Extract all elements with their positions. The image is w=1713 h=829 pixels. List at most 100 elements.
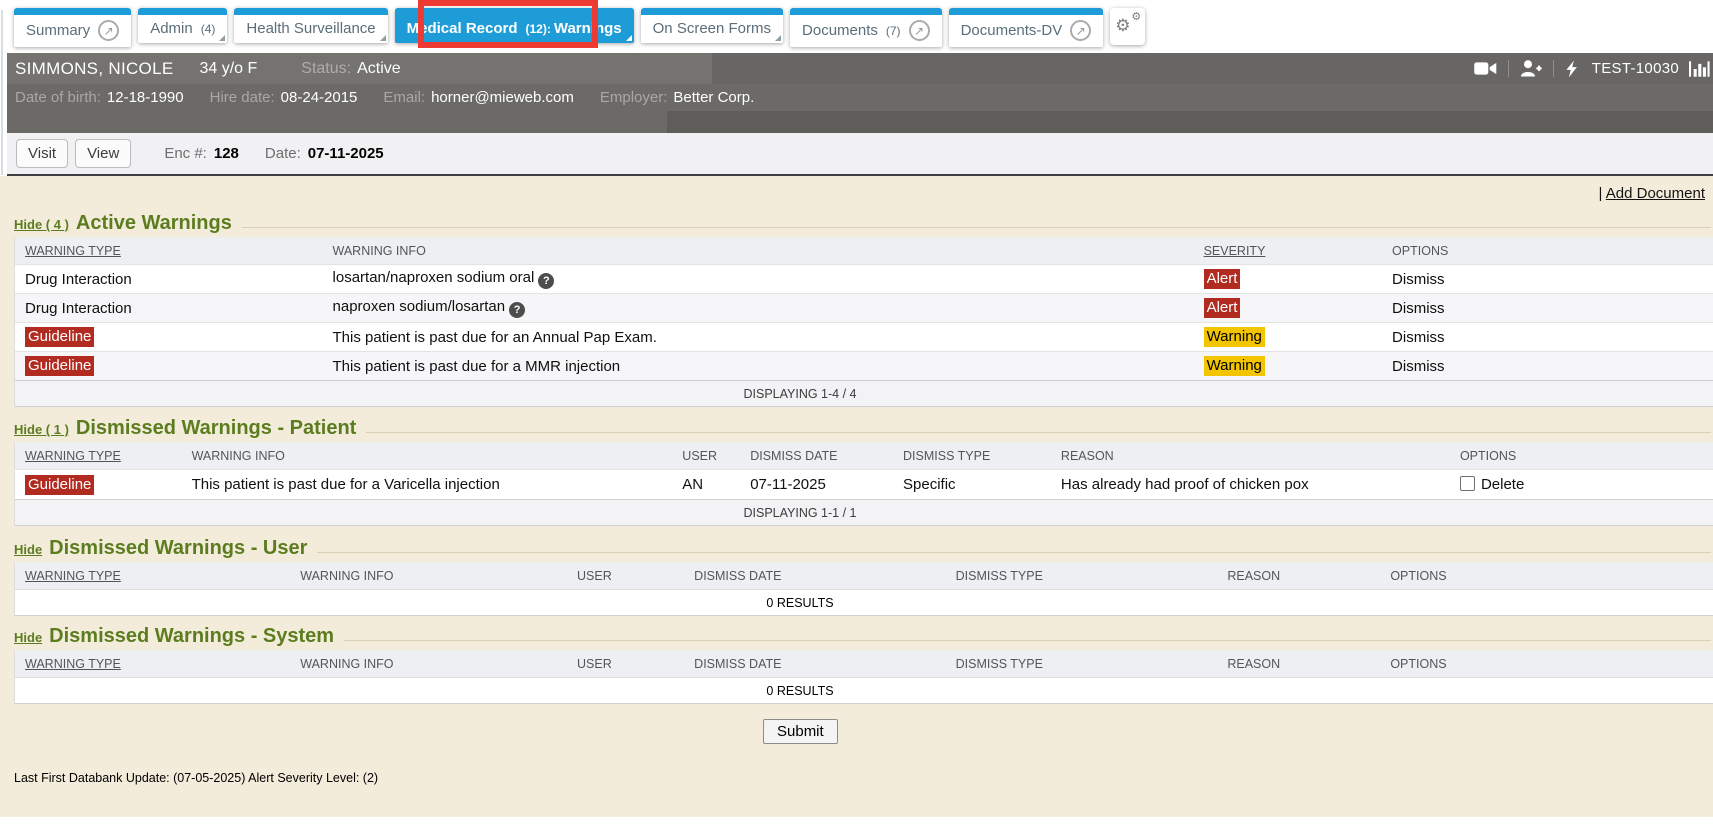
column-warning-type[interactable]: WARNING TYPE [15,244,333,258]
tab-documents-dv[interactable]: Documents-DV ↗ [949,8,1104,47]
dismissed-patient-table: WARNING TYPE WARNING INFO USER DISMISS D… [14,442,1713,526]
tab-documents[interactable]: Documents (7) ↗ [790,8,942,47]
encounter-bar: Visit View Enc #: 128 Date: 07-11-2025 [7,133,1713,176]
email-label: Email: [383,89,425,106]
banner-icon-cluster: TEST-10030 [1474,53,1713,84]
help-icon[interactable]: ? [509,302,525,318]
tab-dropdown-fold [775,35,781,41]
column-options: OPTIONS [1390,569,1713,583]
dismiss-link[interactable]: Dismiss [1392,358,1445,375]
tab-dropdown-fold [626,35,632,41]
tab-health-surveillance[interactable]: Health Surveillance [234,8,387,43]
patient-banner-bottom-strip [7,111,1713,133]
tab-on-screen-forms[interactable]: On Screen Forms [641,8,783,43]
help-icon[interactable]: ? [538,273,554,289]
tab-settings-button[interactable]: ⚙ ⚙ [1110,8,1145,45]
lightning-icon[interactable] [1565,60,1578,78]
reason-cell: Has already had proof of chicken pox [1061,476,1460,493]
warning-type-badge: Guideline [25,356,94,376]
visit-button[interactable]: Visit [16,139,68,168]
gear-icon: ⚙ [1115,17,1130,34]
popout-icon[interactable]: ↗ [98,20,119,41]
section-title-dismissed-system: Dismissed Warnings - System [49,625,334,648]
hide-active-warnings-link[interactable]: Hide ( 4 ) [14,217,69,232]
webchart-app: Summary ↗ Admin (4) Health Surveillance … [0,0,1713,829]
severity-badge: Warning [1204,356,1265,376]
column-options: OPTIONS [1390,657,1713,671]
warning-info-cell: losartan/naproxen sodium oral? [333,269,1204,289]
patient-demographics-row: Date of birth:12-18-1990 Hire date:08-24… [7,84,1713,111]
warning-type-badge: Guideline [25,475,94,495]
warning-info-cell: naproxen sodium/losartan? [333,298,1204,318]
enc-date-label: Date: [265,145,301,162]
severity-badge: Alert [1204,269,1241,289]
table-row: Drug Interaction losartan/naproxen sodiu… [15,264,1713,293]
tab-admin[interactable]: Admin (4) [138,8,227,43]
tab-medical-record-warnings[interactable]: Medical Record (12):Warnings [395,8,634,43]
table-paging-status: DISPLAYING 1-1 / 1 [15,499,1713,526]
column-options: OPTIONS [1460,449,1713,463]
column-options: OPTIONS [1392,244,1713,258]
video-camera-icon[interactable] [1474,61,1497,76]
popout-icon[interactable]: ↗ [909,20,930,41]
column-user: USER [577,657,694,671]
enc-number-label: Enc #: [164,145,207,162]
column-dismiss-type: DISMISS TYPE [956,657,1228,671]
column-user: USER [682,449,750,463]
tab-count: (4) [201,22,216,36]
hide-dismissed-patient-link[interactable]: Hide ( 1 ) [14,422,69,437]
tab-label: Health Surveillance [246,20,375,37]
tab-summary[interactable]: Summary ↗ [14,8,131,47]
status-value: Active [357,60,401,78]
column-dismiss-type: DISMISS TYPE [956,569,1228,583]
dismiss-type-cell: Specific [903,476,1061,493]
hide-dismissed-system-link[interactable]: Hide [14,630,42,645]
page-toolbar: | Add Document [0,185,1713,205]
patient-banner: SIMMONS, NICOLE 34 y/o F Status: Active … [7,53,1713,133]
patient-id: TEST-10030 [1592,60,1679,77]
dismissed-user-table: WARNING TYPE WARNING INFO USER DISMISS D… [14,562,1713,616]
hire-date-label: Hire date: [210,89,275,106]
tab-label: Documents-DV [961,22,1063,39]
enc-date-value: 07-11-2025 [308,145,384,162]
dismiss-link[interactable]: Dismiss [1392,329,1445,346]
hide-dismissed-user-link[interactable]: Hide [14,542,42,557]
tab-sublabel: Warnings [554,20,622,37]
dismiss-link[interactable]: Dismiss [1392,300,1445,317]
table-header-row: WARNING TYPE WARNING INFO SEVERITY OPTIO… [15,237,1713,264]
dismiss-link[interactable]: Dismiss [1392,271,1445,288]
severity-badge: Warning [1204,327,1265,347]
column-warning-type[interactable]: WARNING TYPE [15,569,300,583]
dob-label: Date of birth: [15,89,101,106]
column-warning-type[interactable]: WARNING TYPE [15,657,300,671]
tab-label: Documents [802,22,878,39]
column-severity[interactable]: SEVERITY [1204,244,1392,258]
patient-age-sex: 34 y/o F [199,60,257,78]
email-value: horner@mieweb.com [431,89,574,106]
tab-count: (12): [526,22,551,36]
employer-value: Better Corp. [673,89,754,106]
delete-checkbox[interactable] [1460,476,1475,491]
column-dismiss-date: DISMISS DATE [694,569,955,583]
tab-label: On Screen Forms [653,20,771,37]
popout-icon[interactable]: ↗ [1070,20,1091,41]
severity-badge: Alert [1204,298,1241,318]
tab-label: Medical Record [407,20,518,37]
empty-results-status: 0 RESULTS [15,589,1713,616]
column-warning-info: WARNING INFO [333,244,1204,258]
section-title-active-warnings: Active Warnings [76,212,232,235]
tab-dropdown-fold [380,35,386,41]
chart-flowsheet-icon[interactable] [1689,60,1713,78]
warning-info-cell: This patient is past due for a Varicella… [192,476,683,493]
add-user-icon[interactable] [1520,60,1542,77]
add-document-link[interactable]: Add Document [1606,185,1705,202]
empty-results-status: 0 RESULTS [15,677,1713,704]
tab-dropdown-fold [219,35,225,41]
dob-value: 12-18-1990 [107,89,184,106]
view-button[interactable]: View [75,139,131,168]
warnings-page: | Add Document Hide ( 4 ) Active Warning… [0,176,1713,817]
column-user: USER [577,569,694,583]
column-warning-type[interactable]: WARNING TYPE [15,449,192,463]
submit-button[interactable]: Submit [763,719,838,744]
gear-icon-small: ⚙ [1131,12,1141,23]
